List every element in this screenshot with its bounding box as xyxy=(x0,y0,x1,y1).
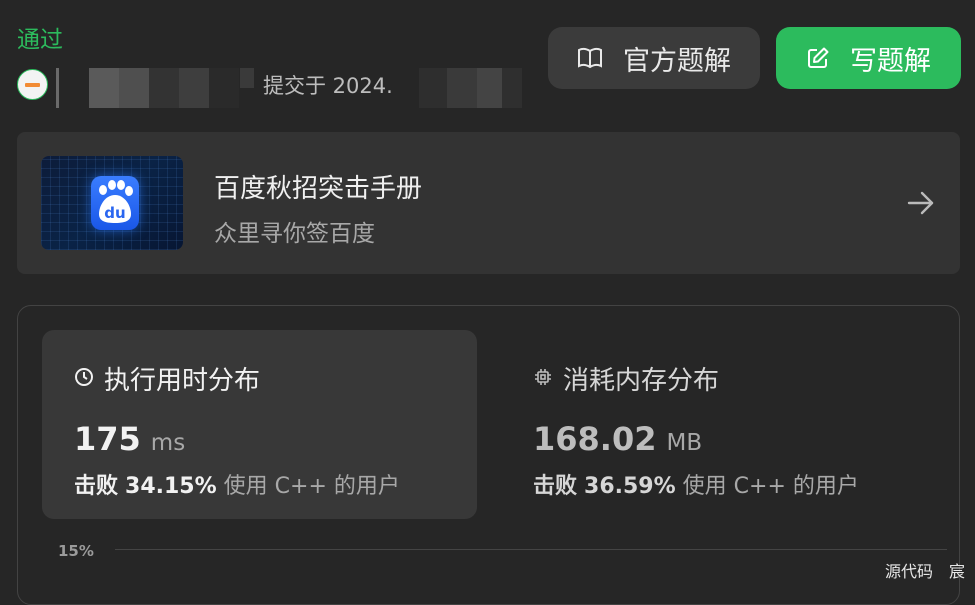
chart-gridline xyxy=(115,549,947,550)
baidu-logo: du xyxy=(91,176,139,230)
promo-banner[interactable]: du 百度秋招突击手册 众里寻你签百度 xyxy=(17,132,960,274)
memory-title: 消耗内存分布 xyxy=(533,360,719,397)
memory-unit: MB xyxy=(666,430,703,456)
runtime-beat-percent: 34.15% xyxy=(125,474,217,499)
promo-image: du xyxy=(41,156,183,250)
logo-text: du xyxy=(104,204,126,222)
official-solution-button[interactable]: 官方题解 xyxy=(548,27,760,89)
promo-title: 百度秋招突击手册 xyxy=(214,174,423,204)
timestamp-redacted xyxy=(397,68,522,108)
runtime-value-row: 175 ms xyxy=(74,420,185,458)
runtime-value: 175 xyxy=(74,420,141,458)
redacted-block xyxy=(240,68,254,88)
username-redacted[interactable] xyxy=(56,68,239,108)
memory-value-row: 168.02 MB xyxy=(533,420,702,458)
memory-title-text: 消耗内存分布 xyxy=(563,366,720,396)
runtime-beat-suffix: 使用 C++ 的用户 xyxy=(223,474,400,499)
submitted-time: 提交于 2024. xyxy=(263,74,393,98)
runtime-beat-label: 击败 xyxy=(74,474,119,499)
memory-beat: 击败 36.59% 使用 C++ 的用户 xyxy=(533,468,859,500)
footer-user-char[interactable]: 宸 xyxy=(949,558,965,582)
source-code-link[interactable]: 源代码 xyxy=(885,558,933,582)
chart-y-tick: 15% xyxy=(58,542,94,560)
write-solution-button[interactable]: 写题解 xyxy=(776,27,961,89)
clock-icon xyxy=(74,364,94,394)
runtime-unit: ms xyxy=(150,430,186,456)
book-icon xyxy=(577,47,603,69)
memory-beat-suffix: 使用 C++ 的用户 xyxy=(682,474,859,499)
memory-card[interactable]: 消耗内存分布 168.02 MB 击败 36.59% 使用 C++ 的用户 xyxy=(509,330,929,519)
submission-status: 通过 xyxy=(17,27,63,53)
official-solution-label: 官方题解 xyxy=(623,45,731,77)
chip-icon xyxy=(533,364,553,394)
promo-subtitle: 众里寻你签百度 xyxy=(214,221,375,247)
runtime-title: 执行用时分布 xyxy=(74,360,260,397)
memory-value: 168.02 xyxy=(533,420,657,458)
memory-beat-percent: 36.59% xyxy=(584,474,676,499)
runtime-title-text: 执行用时分布 xyxy=(104,366,261,396)
write-solution-label: 写题解 xyxy=(850,45,931,77)
memory-beat-label: 击败 xyxy=(533,474,578,499)
runtime-beat: 击败 34.15% 使用 C++ 的用户 xyxy=(74,468,400,500)
user-avatar[interactable] xyxy=(17,69,48,100)
arrow-right-icon[interactable] xyxy=(906,188,936,222)
edit-icon xyxy=(806,46,830,70)
runtime-card[interactable]: 执行用时分布 175 ms 击败 34.15% 使用 C++ 的用户 xyxy=(42,330,477,519)
